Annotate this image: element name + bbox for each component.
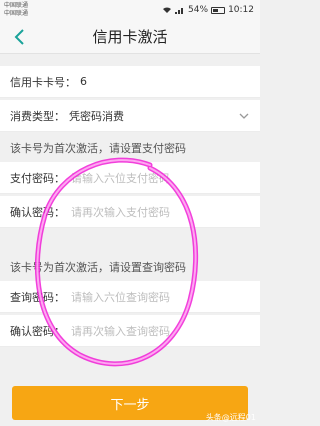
chevron-down-icon [239, 113, 249, 119]
status-bar: 中国联通 中国联通 54% 10:12 [0, 0, 260, 20]
query-confirm-input[interactable]: 请再次输入查询密码 [71, 323, 170, 339]
status-icons: 54% 10:12 [162, 5, 254, 15]
consumption-type-label: 消费类型： [10, 109, 65, 123]
battery-icon [211, 6, 226, 14]
query-confirm-row[interactable]: 确认密码： 请再次输入查询密码 [0, 315, 260, 347]
wifi-icon [163, 7, 172, 13]
battery-level [213, 8, 219, 12]
query-section-header: 该卡号为首次激活，请设置查询密码 [0, 253, 260, 281]
signal-icon [175, 8, 184, 14]
clock: 10:12 [228, 5, 254, 15]
card-number-row: 信用卡卡号： 6 [0, 66, 260, 98]
spacer [0, 229, 260, 253]
pay-confirm-row[interactable]: 确认密码： 请再次输入支付密码 [0, 196, 260, 228]
nav-bar: 信用卡激活 [0, 20, 260, 54]
pay-confirm-label: 确认密码： [10, 205, 65, 219]
query-password-row[interactable]: 查询密码： 请输入六位查询密码 [0, 281, 260, 313]
consumption-type-value: 凭密码消费 [69, 109, 124, 123]
spacer [0, 55, 260, 66]
query-password-input[interactable]: 请输入六位查询密码 [71, 289, 170, 305]
carrier-1: 中国联通 [4, 2, 29, 9]
battery-percent: 54% [188, 5, 209, 15]
watermark: 头条@远程01 [205, 413, 256, 422]
pay-confirm-input[interactable]: 请再次输入支付密码 [71, 204, 170, 220]
carrier-2: 中国联通 [4, 10, 29, 17]
pay-password-label: 支付密码： [10, 171, 65, 185]
chevron-left-icon[interactable] [10, 27, 30, 47]
pay-password-row[interactable]: 支付密码： 请输入六位支付密码 [0, 162, 260, 194]
query-confirm-label: 确认密码： [10, 324, 65, 338]
card-number-label: 信用卡卡号： [10, 75, 76, 89]
query-password-label: 查询密码： [10, 290, 65, 304]
pay-section-header: 该卡号为首次激活，请设置支付密码 [0, 134, 260, 162]
consumption-type-row[interactable]: 消费类型： 凭密码消费 [0, 100, 260, 132]
page-title: 信用卡激活 [92, 28, 168, 46]
pay-password-input[interactable]: 请输入六位支付密码 [71, 170, 170, 186]
card-number-value: 6 [80, 75, 87, 88]
carrier-info: 中国联通 中国联通 [4, 2, 28, 18]
